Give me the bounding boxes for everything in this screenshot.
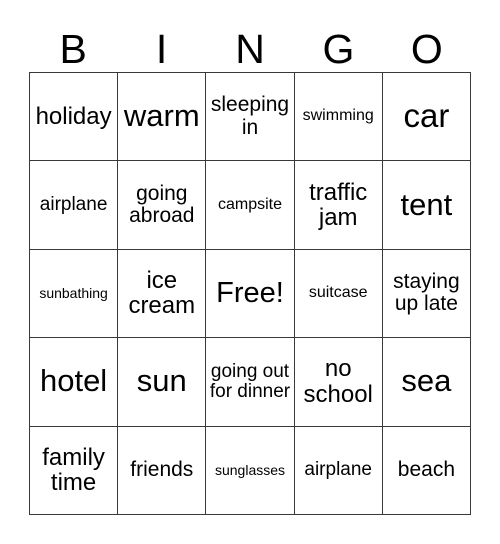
- bingo-cell-label: tent: [400, 186, 453, 222]
- bingo-cell[interactable]: airplane: [30, 161, 119, 250]
- bingo-cell-label: sunbathing: [39, 285, 108, 302]
- bingo-cell[interactable]: swimming: [294, 73, 383, 162]
- bingo-cell-label: sunglasses: [214, 461, 286, 478]
- bingo-cell[interactable]: warm: [118, 73, 207, 162]
- bingo-cell-label: suitcase: [308, 284, 368, 302]
- bingo-cell-free[interactable]: Free!: [206, 249, 295, 339]
- bingo-cell-label: family time: [42, 443, 105, 497]
- bingo-cell[interactable]: holiday: [30, 73, 119, 162]
- bingo-cell-label: hotel: [39, 363, 108, 399]
- bingo-cell-label: going abroad: [129, 181, 195, 228]
- bingo-cell-label: airplane: [304, 459, 372, 481]
- bingo-header-letter-i: I: [155, 26, 168, 72]
- bingo-cell[interactable]: beach: [382, 426, 471, 515]
- bingo-cell-label: sun: [136, 363, 187, 399]
- bingo-cell-label: warm: [123, 98, 200, 134]
- bingo-cell[interactable]: sunbathing: [30, 249, 119, 339]
- bingo-cell-label: holiday: [35, 102, 112, 130]
- bingo-cell[interactable]: going abroad: [118, 161, 207, 250]
- bingo-cell[interactable]: sunglasses: [206, 426, 295, 515]
- bingo-cell[interactable]: tent: [382, 161, 471, 250]
- bingo-cell-label: beach: [397, 458, 455, 482]
- bingo-cell-label: staying up late: [393, 270, 460, 316]
- bingo-cell[interactable]: going out for dinner: [206, 338, 295, 427]
- bingo-card: B I N G O holiday warm sleeping in swimm…: [0, 0, 500, 544]
- bingo-cell[interactable]: ice cream: [118, 249, 207, 339]
- bingo-grid: holiday warm sleeping in swimming car ai…: [29, 72, 471, 515]
- bingo-cell-label: swimming: [302, 107, 374, 125]
- bingo-cell[interactable]: hotel: [30, 338, 119, 427]
- bingo-cell-label: sea: [401, 363, 452, 399]
- bingo-cell-label: no school: [303, 355, 373, 408]
- bingo-header-letter-n: N: [235, 26, 265, 72]
- bingo-cell-label: ice cream: [128, 267, 196, 320]
- bingo-cell-label: campsite: [217, 195, 282, 213]
- bingo-cell[interactable]: sea: [382, 338, 471, 427]
- bingo-cell[interactable]: sleeping in: [206, 73, 295, 162]
- bingo-cell-label: Free!: [216, 277, 284, 310]
- bingo-cell[interactable]: staying up late: [382, 249, 471, 339]
- bingo-cell[interactable]: car: [382, 73, 471, 162]
- bingo-cell[interactable]: friends: [118, 426, 207, 515]
- bingo-cell-label: friends: [130, 458, 194, 482]
- bingo-cell[interactable]: sun: [118, 338, 207, 427]
- bingo-header-row: B I N G O: [29, 20, 471, 72]
- bingo-cell-label: airplane: [39, 194, 108, 216]
- bingo-cell[interactable]: traffic jam: [294, 161, 383, 250]
- bingo-cell[interactable]: airplane: [294, 426, 383, 515]
- bingo-header-letter-o: O: [410, 26, 443, 72]
- bingo-cell-label: sleeping in: [210, 93, 290, 139]
- bingo-cell[interactable]: campsite: [206, 161, 295, 250]
- bingo-header-letter-g: G: [322, 26, 355, 72]
- bingo-cell[interactable]: suitcase: [294, 249, 383, 339]
- bingo-cell[interactable]: family time: [30, 426, 119, 515]
- bingo-header-letter-b: B: [59, 26, 87, 72]
- bingo-cell[interactable]: no school: [294, 338, 383, 427]
- bingo-cell-label: going out for dinner: [209, 360, 291, 402]
- bingo-cell-label: car: [403, 97, 450, 135]
- bingo-cell-label: traffic jam: [309, 178, 368, 232]
